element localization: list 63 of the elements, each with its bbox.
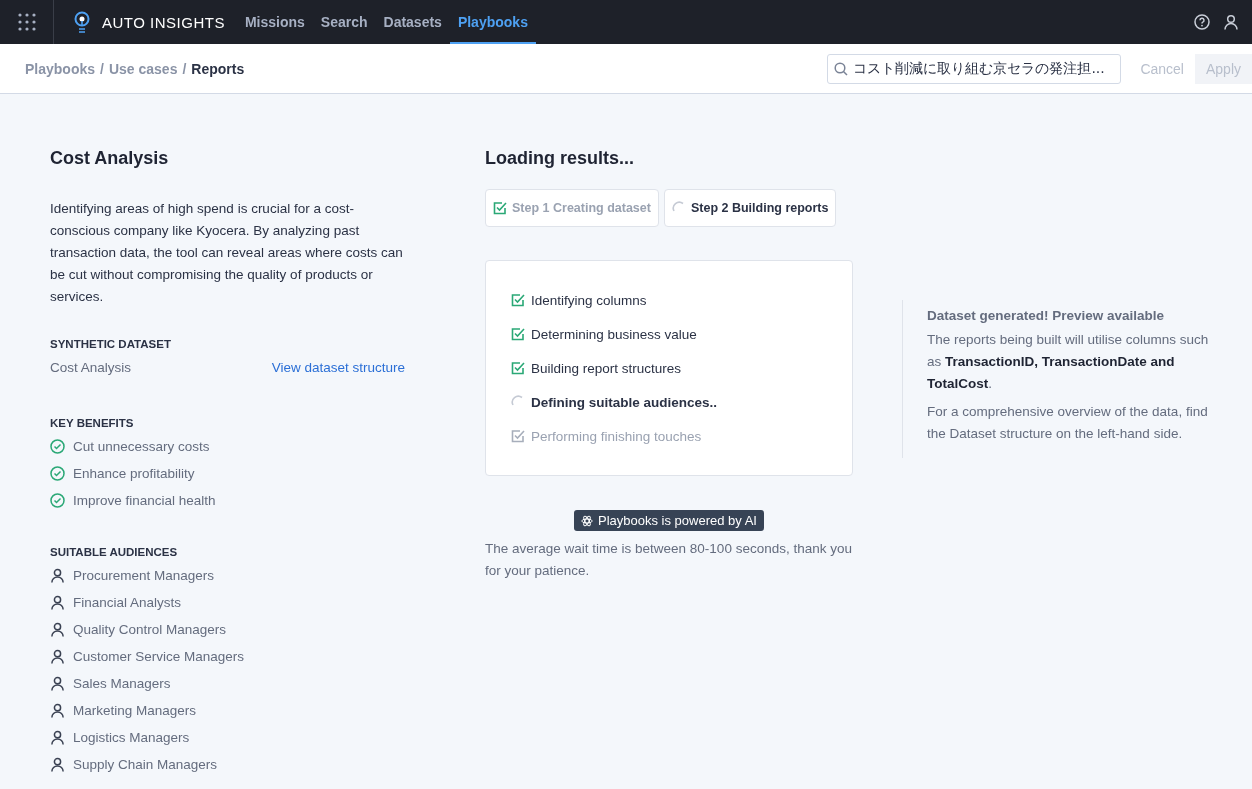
breadcrumb-separator: / [182,60,187,77]
benefit-text: Cut unnecessary costs [73,439,210,454]
checkbox-icon [511,293,525,307]
playbook-description: Identifying areas of high spend is crucial for a cost-conscious company like Kyocera. By analyzing past transaction data, the tool can reveal areas where costs can be cut without compromising the quality of products or services. [50,200,404,306]
person-icon [50,757,65,772]
checkbox-icon [511,327,525,341]
check-circle-icon [50,466,65,481]
wait-note: The average wait time is between 80-100 seconds, thank you for your patience. [485,540,853,580]
audience-text: Procurement Managers [73,568,215,583]
check-circle-icon [50,493,65,508]
breadcrumb-separator: / [100,60,104,77]
section-heading: SYNTHETIC DATASET [50,338,172,350]
user-icon[interactable] [1224,14,1238,30]
checkbox-icon [511,429,525,443]
section-heading: SUITABLE AUDIENCES [50,546,179,558]
audience-text: Logistics Managers [73,730,190,745]
person-icon [50,595,65,610]
nav-tab[interactable]: Missions [236,0,313,44]
benefit-text: Enhance profitability [73,466,195,481]
check-circle-icon [50,439,65,454]
atom-icon [581,514,593,527]
app-grid-icon[interactable] [17,13,36,31]
audience-text: Sales Managers [73,676,171,691]
step-label: Step 1 Creating dataset [512,201,651,215]
benefit-text: Improve financial health [73,493,216,508]
playbook-title: Cost Analysis [50,147,170,169]
step-label: Step 2 Building reports [690,201,829,215]
audience-text: Customer Service Managers [73,649,245,664]
task-label: Identifying columns [531,292,647,308]
section-heading: KEY BENEFITS [50,417,135,429]
loading-title: Loading results... [485,147,636,169]
person-icon [50,622,65,637]
breadcrumb-item[interactable]: Playbooks [25,60,96,77]
view-dataset-link[interactable]: View dataset structure [271,360,405,375]
task-label: Defining suitable audiences.. [531,394,718,410]
checkbox-icon [511,361,525,375]
task-label: Building report structures [531,360,682,376]
breadcrumb-item[interactable]: Use cases [108,60,178,77]
person-icon [50,730,65,745]
checkbox-icon [493,201,507,215]
dataset-name: Cost Analysis [50,360,132,375]
audience-text: Supply Chain Managers [73,757,218,772]
audience-text: Financial Analysts [73,595,182,610]
brand-name: AUTO INSIGHTS [102,13,225,31]
audience-text: Quality Control Managers [73,622,227,637]
ai-badge-text: Playbooks is powered by AI [598,513,757,528]
nav-tab[interactable]: Search [312,0,376,44]
person-icon [50,703,65,718]
task-label: Determining business value [531,326,697,342]
nav-tab[interactable]: Datasets [375,0,450,44]
task-label: Performing finishing touches [531,428,702,444]
person-icon [50,649,65,664]
person-icon [50,568,65,583]
preview-paragraph: For a comprehensive overview of the data, find the Dataset structure on the left-hand side. [927,403,1209,443]
preview-title: Dataset generated! Preview available [927,308,1166,323]
search-icon [834,61,849,76]
preview-paragraph: The reports being built will utilise columns such as TransactionID, TransactionDate and TotalCost. [927,331,1210,393]
audience-text: Marketing Managers [73,703,197,718]
person-icon [50,676,65,691]
lightbulb-icon [74,11,90,33]
search-field[interactable]: コスト削減に取り組む京セラの発注担... [827,53,1122,84]
help-icon[interactable] [1194,14,1210,30]
breadcrumb-item: Reports [191,60,245,77]
